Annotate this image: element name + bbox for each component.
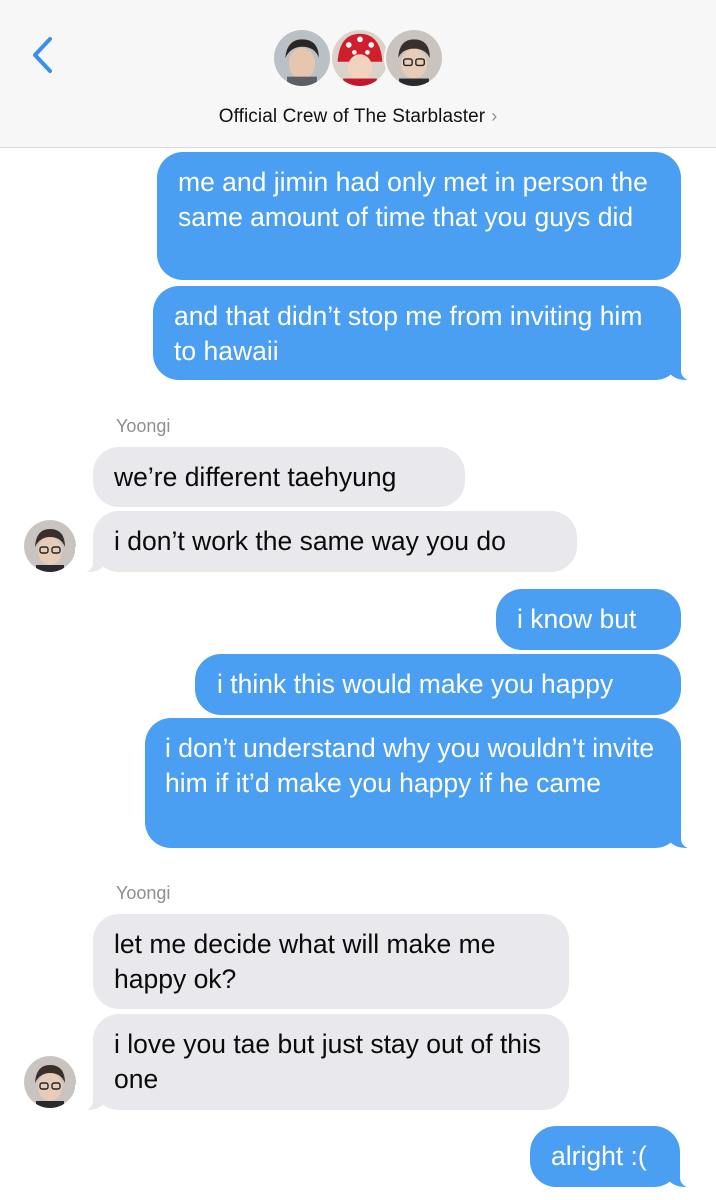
message-text: i think this would make you happy bbox=[217, 669, 614, 699]
message-bubble-outgoing[interactable]: alright :( bbox=[530, 1126, 698, 1188]
group-name[interactable]: Official Crew of The Starblaster › bbox=[0, 106, 716, 128]
message-text: i don’t understand why you wouldn’t invi… bbox=[165, 733, 655, 798]
chevron-right-icon: › bbox=[491, 106, 498, 126]
sender-name: Yoongi bbox=[116, 883, 171, 903]
message-bubble-incoming[interactable]: let me decide what will make me happy ok… bbox=[93, 914, 569, 1009]
group-avatars[interactable] bbox=[272, 28, 448, 100]
message-text: me and jimin had only met in person the … bbox=[178, 167, 648, 232]
message-bubble-incoming[interactable]: we’re different taehyung bbox=[93, 447, 465, 507]
message-bubble-incoming[interactable]: i don’t work the same way you do bbox=[75, 511, 577, 573]
message-text: alright :( bbox=[551, 1141, 647, 1171]
message-bubble-outgoing[interactable]: i know but bbox=[496, 589, 681, 650]
sender-name: Yoongi bbox=[116, 416, 171, 436]
chat-header: Official Crew of The Starblaster › bbox=[0, 0, 716, 148]
message-bubble-outgoing[interactable]: me and jimin had only met in person the … bbox=[157, 152, 681, 280]
member-avatar bbox=[384, 28, 444, 88]
member-avatar bbox=[272, 28, 332, 88]
group-name-label: Official Crew of The Starblaster bbox=[218, 106, 486, 127]
back-button[interactable] bbox=[22, 34, 62, 80]
message-text: i love you tae but just stay out of this… bbox=[114, 1029, 542, 1094]
chevron-left-icon bbox=[31, 36, 53, 79]
message-bubble-outgoing[interactable]: and that didn’t stop me from inviting hi… bbox=[153, 286, 699, 381]
message-text: i don’t work the same way you do bbox=[114, 526, 506, 556]
message-text: we’re different taehyung bbox=[114, 462, 397, 492]
message-bubble-incoming[interactable]: i love you tae but just stay out of this… bbox=[75, 1014, 569, 1111]
sender-avatar[interactable] bbox=[24, 520, 76, 572]
member-avatar bbox=[330, 28, 390, 88]
message-bubble-outgoing[interactable]: i think this would make you happy bbox=[195, 654, 681, 715]
message-text: and that didn’t stop me from inviting hi… bbox=[174, 301, 643, 366]
message-text: i know but bbox=[517, 604, 637, 634]
sender-avatar[interactable] bbox=[24, 1056, 76, 1108]
message-text: let me decide what will make me happy ok… bbox=[114, 929, 496, 994]
message-bubble-outgoing[interactable]: i don’t understand why you wouldn’t invi… bbox=[145, 718, 699, 849]
